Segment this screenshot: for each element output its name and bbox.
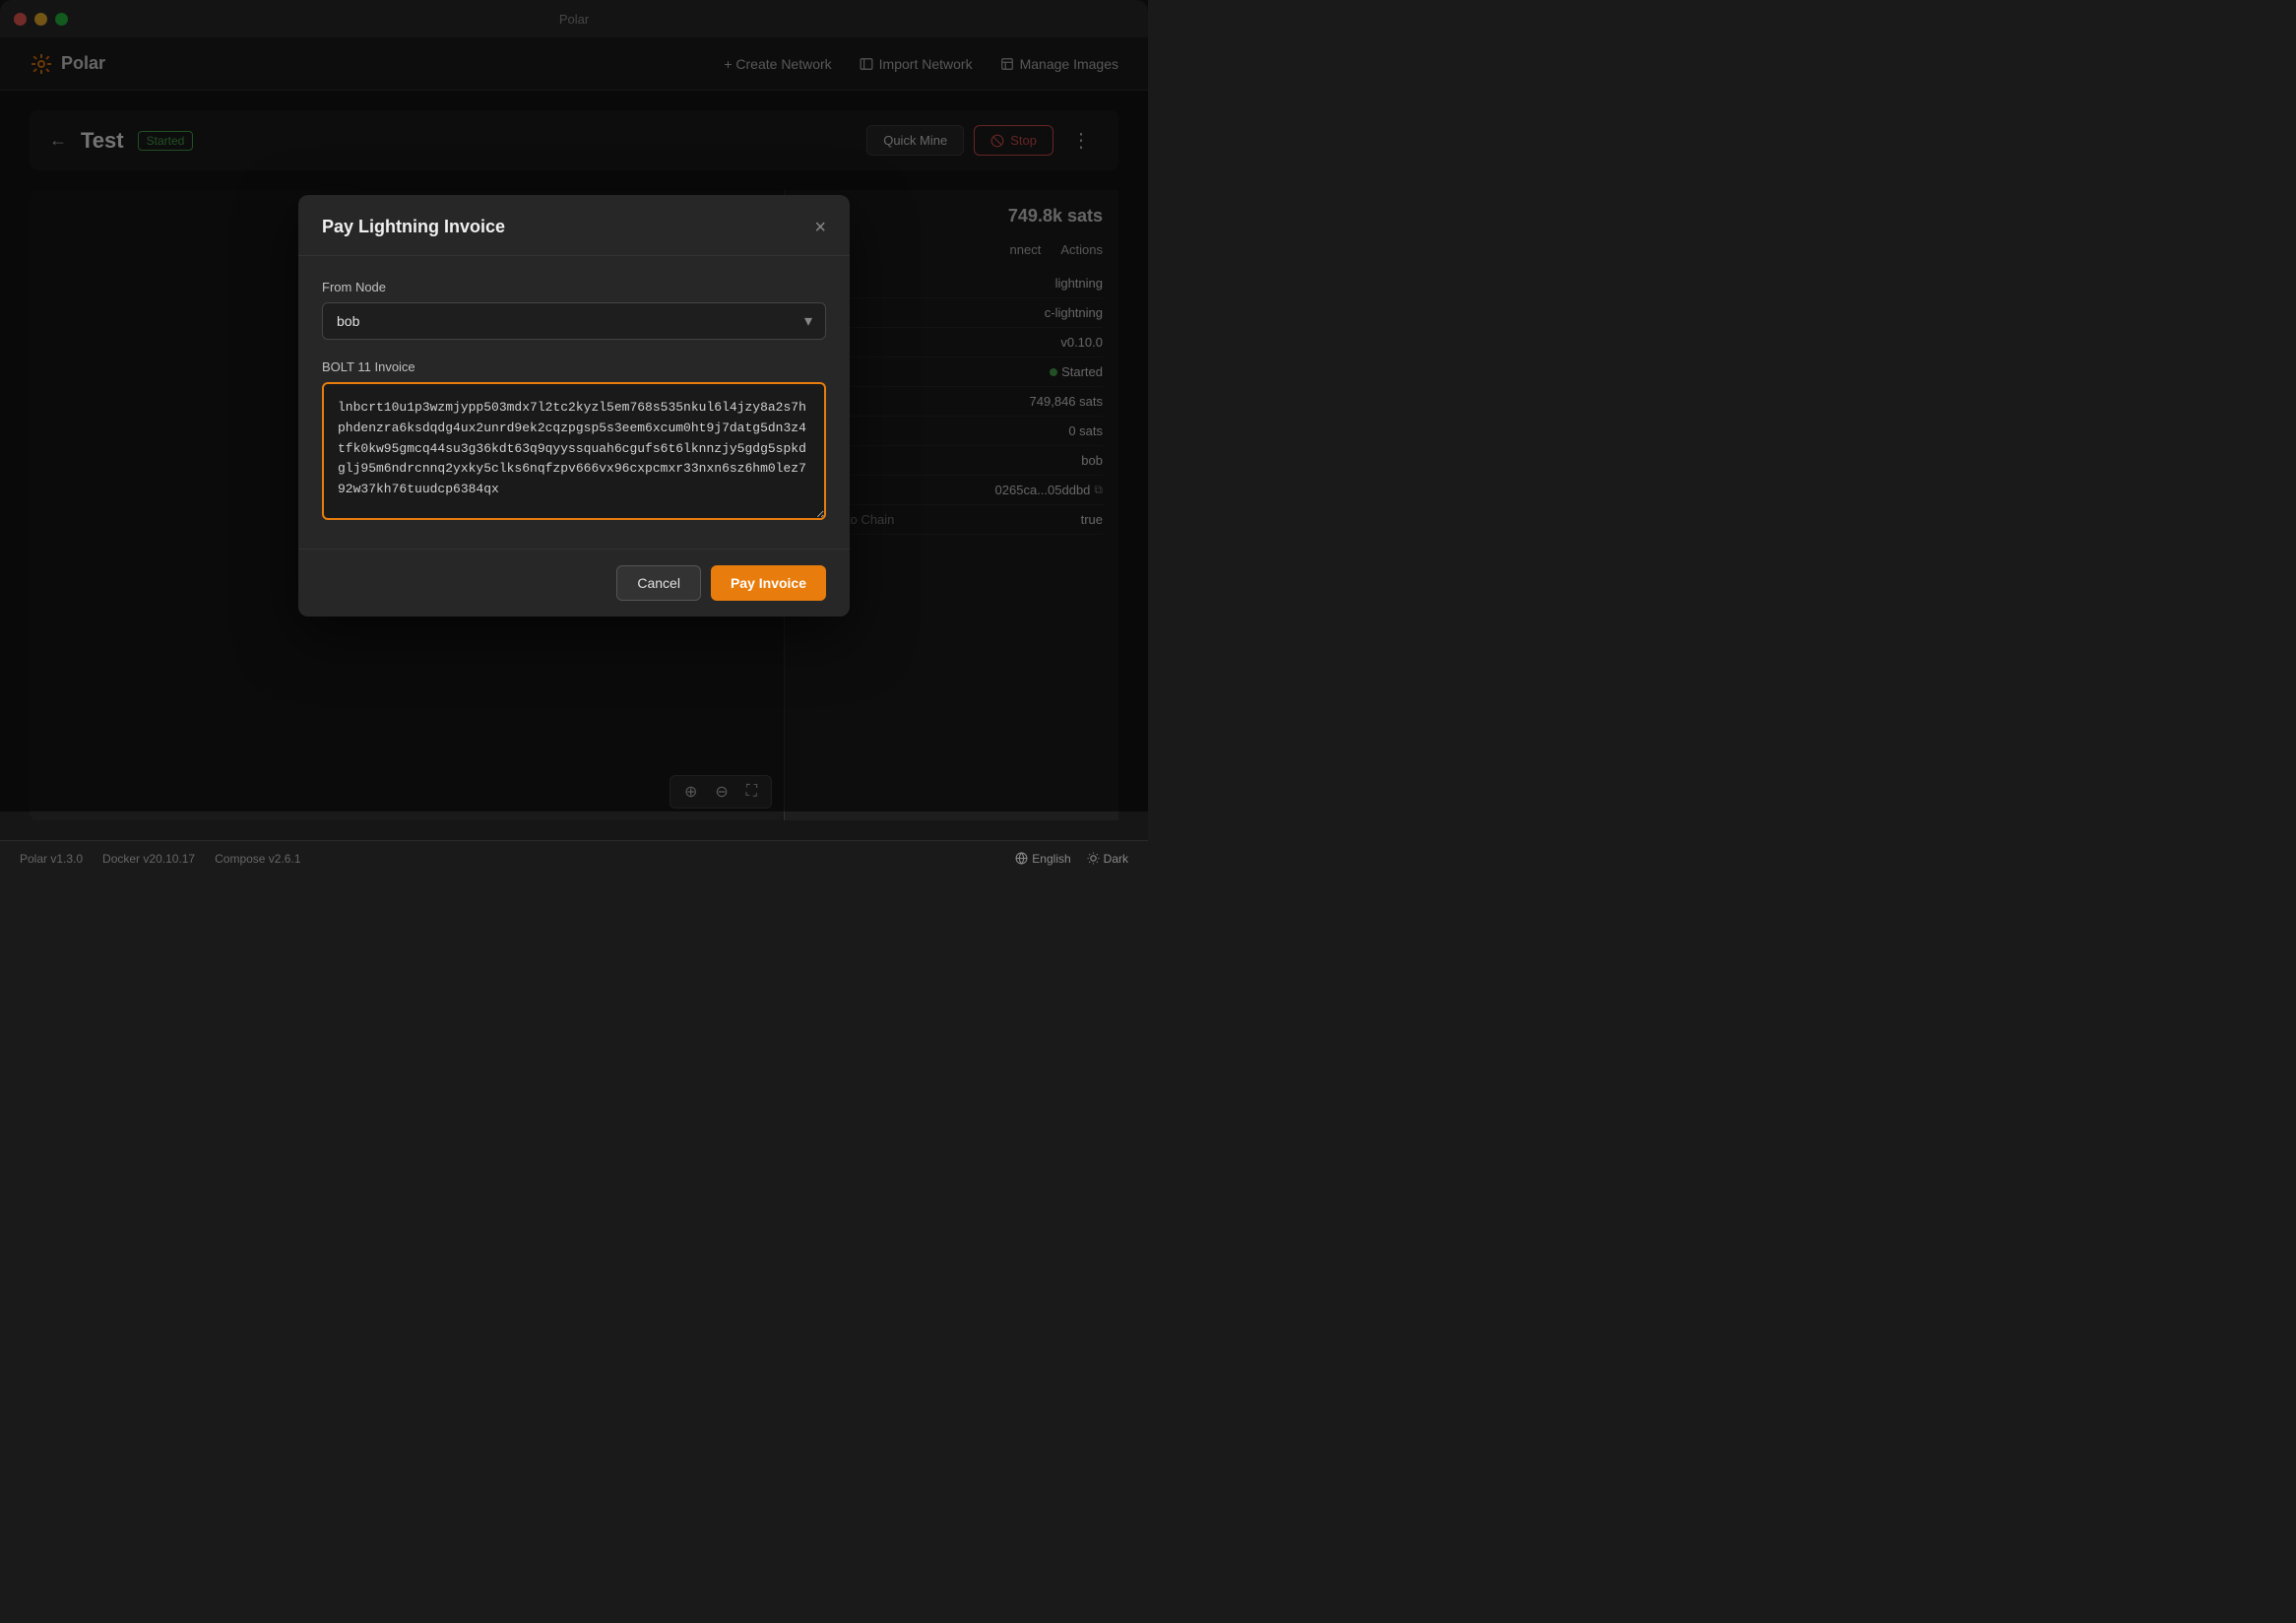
theme-icon: [1087, 852, 1100, 865]
polar-version: Polar v1.3.0: [20, 852, 83, 866]
footer-right: English Dark: [1015, 852, 1128, 866]
modal-body: From Node bob alice ▾ BOLT 11 Invoice ln…: [298, 256, 850, 549]
language-label: English: [1032, 852, 1070, 866]
pay-invoice-button[interactable]: Pay Invoice: [711, 565, 826, 601]
pay-lightning-invoice-modal: Pay Lightning Invoice × From Node bob al…: [298, 195, 850, 617]
theme-label: Dark: [1104, 852, 1128, 866]
modal-overlay: Pay Lightning Invoice × From Node bob al…: [0, 0, 1148, 812]
footer: Polar v1.3.0 Docker v20.10.17 Compose v2…: [0, 840, 1148, 876]
invoice-textarea[interactable]: lnbcrt10u1p3wzmjypp503mdx7l2tc2kyzl5em76…: [322, 382, 826, 520]
modal-header: Pay Lightning Invoice ×: [298, 195, 850, 256]
globe-icon: [1015, 852, 1028, 865]
modal-close-button[interactable]: ×: [814, 218, 826, 237]
footer-left: Polar v1.3.0 Docker v20.10.17 Compose v2…: [20, 852, 301, 866]
language-selector[interactable]: English: [1015, 852, 1070, 866]
from-node-select-wrapper: bob alice ▾: [322, 302, 826, 340]
docker-version: Docker v20.10.17: [102, 852, 195, 866]
modal-footer: Cancel Pay Invoice: [298, 549, 850, 617]
cancel-button[interactable]: Cancel: [616, 565, 701, 601]
theme-selector[interactable]: Dark: [1087, 852, 1128, 866]
bolt11-label: BOLT 11 Invoice: [322, 359, 826, 374]
from-node-select[interactable]: bob alice: [322, 302, 826, 340]
modal-title: Pay Lightning Invoice: [322, 217, 505, 237]
compose-version: Compose v2.6.1: [215, 852, 300, 866]
from-node-label: From Node: [322, 280, 826, 294]
